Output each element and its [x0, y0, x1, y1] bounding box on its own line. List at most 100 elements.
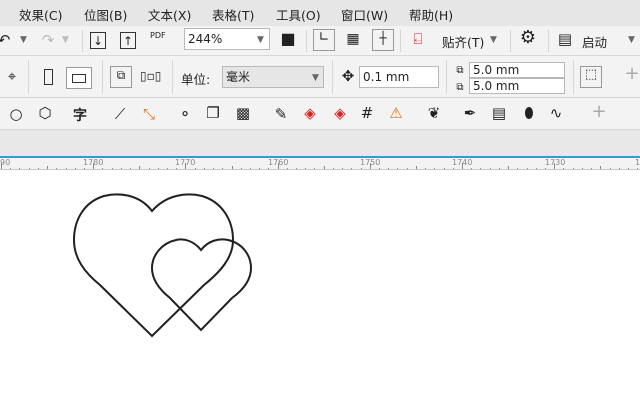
duplicate-x-icon: ⧉	[456, 65, 464, 76]
text-tool-icon[interactable]: 字	[73, 105, 87, 125]
units-label: 单位:	[181, 72, 211, 87]
launch-menu[interactable]: 启动	[582, 32, 607, 51]
polygon-tool-icon[interactable]: ⬡	[35, 105, 55, 121]
menu-help[interactable]: 帮助(H)	[409, 5, 453, 24]
full-screen-icon[interactable]: ■	[278, 31, 298, 47]
ruler-tick	[323, 166, 325, 169]
menu-text[interactable]: 文本(X)	[148, 5, 191, 24]
ruler-tick	[535, 167, 537, 169]
mesh-fill-icon[interactable]: #	[357, 105, 377, 121]
ruler-tick	[19, 167, 21, 169]
ruler-tick	[166, 167, 168, 169]
add-tool-icon[interactable]: +	[589, 103, 609, 121]
launch-app-icon[interactable]: ▤	[555, 31, 575, 47]
undo-dropdown-icon[interactable]: ▼	[20, 35, 27, 45]
units-value: 毫米	[226, 70, 251, 84]
ruler-tick	[609, 167, 611, 169]
snap-dropdown-icon[interactable]: ▼	[490, 35, 497, 45]
interactive-fill-icon[interactable]: ◈	[300, 105, 320, 121]
menu-effects[interactable]: 效果(C)	[19, 5, 62, 24]
ruler-tick	[305, 167, 307, 169]
ruler-tick	[259, 167, 261, 169]
nudge-distance-input[interactable]: 0.1 mm	[359, 66, 439, 88]
treat-as-filled-icon[interactable]: ⬚	[580, 66, 602, 88]
ruler-tick	[277, 163, 279, 169]
blend-tool-icon[interactable]: ⚬	[175, 106, 195, 122]
publish-pdf-icon[interactable]: PDF	[150, 31, 166, 40]
property-bar: ⌖ ⧉ ▯▫▯ 单位: 毫米 ▼ ✥ 0.1 mm ⧉ 5.0 mm ⧉ 5.0…	[0, 56, 640, 98]
export-icon[interactable]: ↑	[120, 32, 136, 49]
redo-dropdown-icon[interactable]: ▼	[62, 35, 69, 45]
units-dropdown-icon[interactable]: ▼	[312, 73, 319, 83]
menu-window[interactable]: 窗口(W)	[341, 5, 388, 24]
zoom-dropdown-icon[interactable]: ▼	[257, 35, 264, 45]
artistic-media-icon[interactable]: ❦	[424, 105, 444, 121]
outline-pen-icon[interactable]: ⚠	[386, 105, 406, 121]
import-icon[interactable]: ↓	[90, 32, 106, 49]
duplicate-x-input[interactable]: 5.0 mm	[469, 62, 565, 78]
drop-shadow-tool-icon[interactable]: ❐	[203, 105, 223, 121]
ruler-tick	[462, 163, 463, 169]
menu-table[interactable]: 表格(T)	[212, 5, 254, 24]
ruler-tick	[332, 167, 334, 169]
all-pages-icon[interactable]: ⧉	[110, 66, 132, 88]
ruler-tick	[130, 167, 132, 169]
dimension-tool-icon[interactable]: ⟋	[110, 106, 130, 122]
duplicate-y-value: 5.0 mm	[473, 79, 520, 93]
ruler-tick	[351, 167, 353, 169]
ruler-tick	[480, 167, 482, 169]
smudge-tool-icon[interactable]: ∿	[546, 105, 566, 121]
snap-off-icon[interactable]: ⍇	[408, 31, 428, 47]
ruler-tick	[1, 163, 2, 169]
redo-icon[interactable]: ↷	[38, 32, 58, 48]
connector-tool-icon[interactable]: ⤡	[139, 106, 159, 122]
small-heart-shape[interactable]	[150, 238, 253, 332]
duplicate-x-value: 5.0 mm	[473, 63, 520, 77]
ruler-tick	[489, 167, 491, 169]
drawing-canvas[interactable]	[0, 171, 640, 405]
launch-dropdown-icon[interactable]: ▼	[628, 35, 635, 45]
standard-toolbar: ↶ ▼ ↷ ▼ ↓ ↑ PDF 244% ▼ ■ ∟ ▦ ┼ ⍇ 贴齐(T) ▼…	[0, 26, 640, 56]
eyedropper-tool-icon[interactable]: ✎	[271, 106, 291, 122]
menu-bar: 效果(C) 位图(B) 文本(X) 表格(T) 工具(O) 窗口(W) 帮助(H…	[0, 0, 640, 26]
show-rulers-icon[interactable]: ∟	[313, 29, 335, 51]
undo-icon[interactable]: ↶	[0, 32, 14, 48]
large-heart-shape[interactable]	[72, 193, 235, 338]
docker-strip	[0, 130, 640, 156]
landscape-button[interactable]	[66, 67, 92, 89]
units-select[interactable]: 毫米	[222, 66, 324, 88]
menu-tools[interactable]: 工具(O)	[276, 5, 321, 24]
horizontal-ruler[interactable]: 90 1780 1770 1760 1750 1740 1730 1	[0, 156, 640, 170]
duplicate-y-input[interactable]: 5.0 mm	[469, 78, 565, 94]
portrait-icon[interactable]	[44, 69, 53, 85]
ruler-tick	[286, 167, 288, 169]
ruler-tick	[268, 167, 270, 169]
ruler-tick	[231, 166, 233, 169]
smart-fill-icon[interactable]: ◈	[330, 105, 350, 121]
current-page-icon[interactable]: ▯▫▯	[140, 68, 161, 84]
options-gear-icon[interactable]: ⚙	[518, 29, 538, 47]
transparency-tool-icon[interactable]: ▩	[233, 105, 253, 121]
pen-tool-icon[interactable]: ✒	[460, 105, 480, 121]
ruler-tick	[627, 167, 629, 169]
ellipse-tool-icon[interactable]: ○	[6, 106, 26, 122]
nudge-distance-icon: ✥	[341, 67, 355, 85]
ruler-tick	[526, 167, 528, 169]
ruler-tick	[508, 166, 510, 169]
ruler-tick	[65, 167, 67, 169]
ruler-tick	[425, 167, 427, 169]
ruler-tick	[452, 167, 454, 169]
ruler-tick	[572, 167, 574, 169]
ruler-tick	[222, 167, 224, 169]
show-grid-icon[interactable]: ▦	[343, 31, 363, 47]
menu-bitmaps[interactable]: 位图(B)	[84, 5, 127, 24]
landscape-icon	[72, 74, 86, 83]
ruler-tick	[443, 167, 445, 169]
ruler-tick	[28, 167, 30, 169]
show-guidelines-icon[interactable]: ┼	[372, 29, 394, 51]
eraser-tool-icon[interactable]: ⬮	[519, 105, 539, 121]
object-properties-icon[interactable]: ▤	[489, 105, 509, 121]
page-size-icon[interactable]: ⌖	[2, 68, 22, 84]
add-toolbar-item-icon[interactable]: +	[622, 65, 640, 83]
snap-to-menu[interactable]: 贴齐(T)	[442, 32, 484, 51]
